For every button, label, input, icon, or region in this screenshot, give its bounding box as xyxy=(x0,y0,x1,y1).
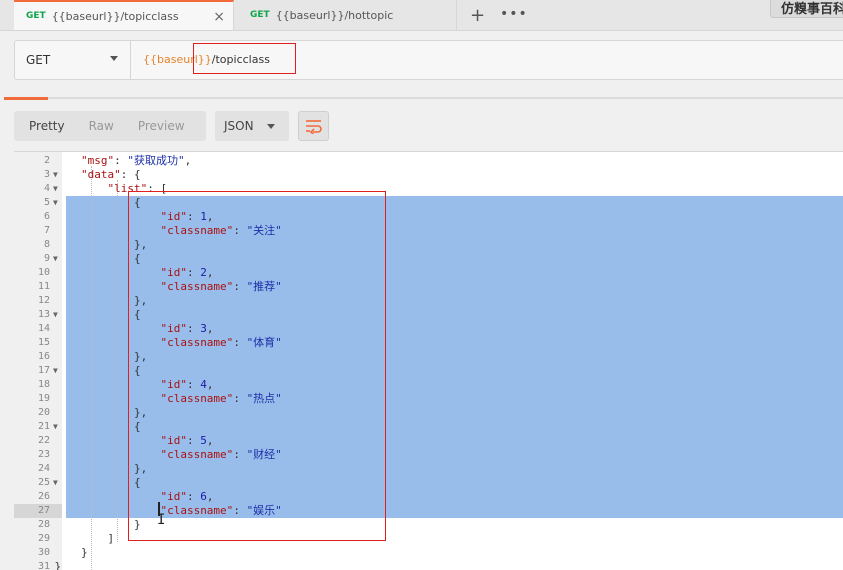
code-text: "data": { xyxy=(80,168,141,181)
chevron-down-icon xyxy=(110,56,118,61)
code-text: "msg": "获取成功", xyxy=(80,154,192,167)
format-value: JSON xyxy=(224,119,254,133)
more-icon[interactable]: ••• xyxy=(500,6,528,22)
environment-selector[interactable]: 仿糗事百科 xyxy=(770,0,843,18)
ibeam-cursor-icon: I xyxy=(157,512,166,528)
request-tab-bar: GET {{baseurl}}/topicclass × GET {{baseu… xyxy=(0,0,843,31)
method-value: GET xyxy=(26,53,51,67)
code-text: } xyxy=(28,518,141,531)
code-highlight-box xyxy=(128,191,386,541)
code-text: } xyxy=(28,546,88,559)
code-text: { xyxy=(28,308,141,321)
code-text: { xyxy=(28,252,141,265)
tab-topicclass[interactable]: GET {{baseurl}}/topicclass × xyxy=(14,0,234,30)
code-text: { xyxy=(28,476,141,489)
close-icon[interactable]: × xyxy=(213,9,225,25)
tab-hottopic[interactable]: GET {{baseurl}}/hottopic xyxy=(236,0,457,30)
url-highlight-box xyxy=(193,43,296,74)
tab-title: {{baseurl}}/hottopic xyxy=(275,8,394,22)
code-text: { xyxy=(28,420,141,433)
wrap-lines-icon xyxy=(306,120,322,134)
code-line: 30 } xyxy=(14,546,843,560)
plus-icon[interactable]: + xyxy=(470,5,485,26)
code-line: 2 "msg": "获取成功", xyxy=(14,154,843,168)
response-tab-strip xyxy=(4,97,843,99)
code-text: { xyxy=(28,364,141,377)
wrap-lines-button[interactable] xyxy=(298,111,329,141)
code-line: 3 ▼ "data": { xyxy=(14,168,843,182)
code-text: { xyxy=(28,196,141,209)
method-select[interactable]: GET xyxy=(15,41,131,79)
format-select[interactable]: JSON xyxy=(215,111,289,141)
pretty-button[interactable]: Pretty xyxy=(29,119,65,133)
tab-method-label: GET xyxy=(26,11,46,21)
code-text: ] xyxy=(28,532,115,545)
chevron-down-icon xyxy=(267,124,275,129)
tab-title: {{baseurl}}/topicclass xyxy=(51,9,179,23)
preview-button[interactable]: Preview xyxy=(138,119,185,133)
view-mode-group: Pretty Raw Preview xyxy=(14,111,206,141)
raw-button[interactable]: Raw xyxy=(89,119,114,133)
request-url-bar: GET {{baseurl}}/topicclass xyxy=(14,40,843,80)
tab-method-label: GET xyxy=(250,10,270,20)
response-active-tab-indicator xyxy=(4,97,48,100)
